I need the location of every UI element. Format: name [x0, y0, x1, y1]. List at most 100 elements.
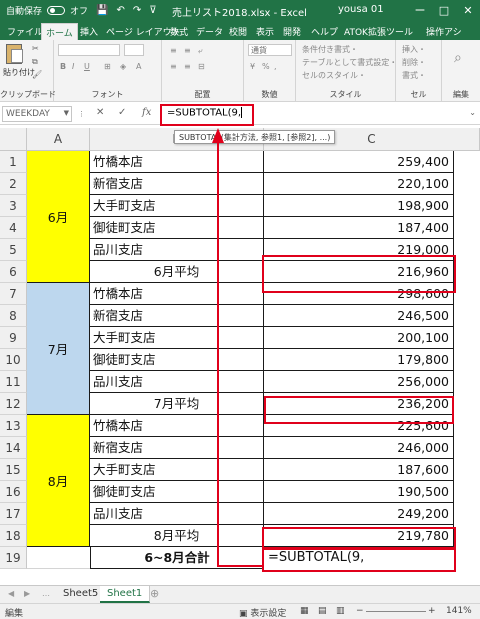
month-july-cell[interactable]: 7月	[27, 283, 90, 415]
merge-icon[interactable]: ⊟	[198, 62, 205, 71]
paste-button[interactable]: 貼り付け	[3, 67, 35, 78]
font-size-combo[interactable]	[124, 44, 144, 56]
customize-qat-icon[interactable]: ⊽	[149, 5, 156, 16]
sales-value-cell[interactable]: 259,400	[264, 151, 454, 173]
row-header[interactable]: 12	[0, 393, 27, 415]
row-header[interactable]: 17	[0, 503, 27, 525]
row-header[interactable]: 6	[0, 261, 27, 283]
store-name-cell[interactable]: 御徒町支店	[90, 481, 264, 503]
row-header[interactable]: 14	[0, 437, 27, 459]
tell-me-search[interactable]: 操作アシ	[426, 25, 462, 38]
format-as-table-button[interactable]: テーブルとして書式設定・	[302, 57, 397, 68]
store-name-cell[interactable]: 品川支店	[90, 503, 264, 525]
align-left-icon[interactable]: ≡	[170, 62, 177, 71]
row-header[interactable]: 1	[0, 151, 27, 173]
formula-input[interactable]: =SUBTOTAL(9,	[163, 105, 475, 123]
font-name-combo[interactable]	[58, 44, 120, 56]
close-button[interactable]: ✕	[456, 0, 480, 22]
total-formula-cell[interactable]: =SUBTOTAL(9,	[264, 547, 454, 569]
sales-value-cell[interactable]: 200,100	[264, 327, 454, 349]
align-middle-icon[interactable]: ≡	[184, 46, 191, 55]
italic-icon[interactable]: I	[72, 62, 74, 71]
sales-value-cell[interactable]: 179,800	[264, 349, 454, 371]
store-name-cell[interactable]: 竹橋本店	[90, 415, 264, 437]
currency-icon[interactable]: ¥	[250, 62, 255, 71]
underline-icon[interactable]: U	[84, 62, 90, 71]
month-august-cell[interactable]: 8月	[27, 415, 90, 547]
number-format-combo[interactable]: 通貨	[248, 44, 292, 56]
row-header[interactable]: 11	[0, 371, 27, 393]
more-sheets-icon[interactable]: …	[42, 589, 50, 598]
add-sheet-icon[interactable]: ⊕	[150, 587, 159, 600]
store-name-cell[interactable]: 品川支店	[90, 239, 264, 261]
tab-formulas[interactable]: 数式	[170, 25, 188, 38]
align-top-icon[interactable]: ≡	[170, 46, 177, 55]
zoom-level[interactable]: 141%	[446, 606, 472, 616]
display-settings-button[interactable]: ▣ 表示設定	[239, 606, 286, 619]
row-header[interactable]: 9	[0, 327, 27, 349]
undo-icon[interactable]: ↶	[116, 5, 124, 16]
tab-file[interactable]: ファイル	[7, 25, 43, 38]
cell-a19[interactable]	[27, 547, 90, 569]
bold-icon[interactable]: B	[60, 62, 66, 71]
row-header[interactable]: 10	[0, 349, 27, 371]
sales-value-cell[interactable]: 220,100	[264, 173, 454, 195]
total-label-cell[interactable]: 6~8月合計	[90, 547, 264, 569]
tab-help[interactable]: ヘルプ	[311, 25, 338, 38]
store-name-cell[interactable]: 大手町支店	[90, 327, 264, 349]
borders-icon[interactable]: ⊞	[104, 62, 111, 71]
row-header[interactable]: 8	[0, 305, 27, 327]
insert-function-icon[interactable]: fx	[142, 107, 151, 118]
align-center-icon[interactable]: ≡	[184, 62, 191, 71]
store-name-cell[interactable]: 新宿支店	[90, 305, 264, 327]
tab-home[interactable]: ホーム	[41, 23, 78, 40]
sales-value-cell[interactable]: 225,600	[264, 415, 454, 437]
store-name-cell[interactable]: 御徒町支店	[90, 349, 264, 371]
minimize-button[interactable]: ー	[408, 0, 432, 22]
tab-insert[interactable]: 挿入	[80, 25, 98, 38]
sales-value-cell[interactable]: 198,900	[264, 195, 454, 217]
average-label-cell[interactable]: 6月平均	[90, 261, 264, 283]
store-name-cell[interactable]: 新宿支店	[90, 437, 264, 459]
copy-icon[interactable]: ⧉	[32, 57, 38, 67]
average-label-cell[interactable]: 8月平均	[90, 525, 264, 547]
normal-view-icon[interactable]: ▦	[300, 606, 309, 616]
sheet-tab-sheet1[interactable]: Sheet1	[100, 586, 151, 603]
maximize-button[interactable]: □	[432, 0, 456, 22]
search-icon[interactable]: ⌕	[454, 50, 462, 66]
row-header[interactable]: 15	[0, 459, 27, 481]
row-header[interactable]: 5	[0, 239, 27, 261]
sales-value-cell[interactable]: 190,500	[264, 481, 454, 503]
store-name-cell[interactable]: 竹橋本店	[90, 283, 264, 305]
font-color-icon[interactable]: A	[136, 62, 141, 71]
row-header[interactable]: 4	[0, 217, 27, 239]
sales-value-cell[interactable]: 246,500	[264, 305, 454, 327]
row-header[interactable]: 16	[0, 481, 27, 503]
select-all-corner[interactable]	[0, 128, 27, 151]
user-name[interactable]: yousa 01	[338, 4, 384, 15]
expand-formula-bar-icon[interactable]: ⌄	[469, 108, 476, 117]
row-header[interactable]: 13	[0, 415, 27, 437]
sheet-tab-sheet5[interactable]: Sheet5	[56, 586, 107, 603]
spreadsheet-grid[interactable]: A B C 1竹橋本店259,4002新宿支店220,1003大手町支店198,…	[0, 128, 480, 577]
tab-data[interactable]: データ	[196, 25, 223, 38]
zoom-out-icon[interactable]: −	[356, 606, 364, 616]
sales-value-cell[interactable]: 187,600	[264, 459, 454, 481]
row-header[interactable]: 7	[0, 283, 27, 305]
store-name-cell[interactable]: 大手町支店	[90, 195, 264, 217]
month-june-cell[interactable]: 6月	[27, 151, 90, 283]
sales-value-cell[interactable]: 246,000	[264, 437, 454, 459]
conditional-formatting-button[interactable]: 条件付き書式・	[302, 44, 358, 55]
save-icon[interactable]: 💾	[96, 5, 108, 16]
sales-value-cell[interactable]: 249,200	[264, 503, 454, 525]
column-header-a[interactable]: A	[27, 128, 90, 151]
page-layout-view-icon[interactable]: ▤	[318, 606, 327, 616]
sales-value-cell[interactable]: 219,000	[264, 239, 454, 261]
row-header[interactable]: 19	[0, 547, 27, 569]
comma-icon[interactable]: ,	[274, 62, 277, 71]
insert-cells-button[interactable]: 挿入・	[402, 44, 426, 55]
name-box[interactable]: WEEKDAY ▼	[2, 106, 72, 122]
tab-developer[interactable]: 開発	[283, 25, 301, 38]
percent-icon[interactable]: %	[262, 62, 270, 71]
autosave-toggle[interactable]	[47, 6, 66, 15]
